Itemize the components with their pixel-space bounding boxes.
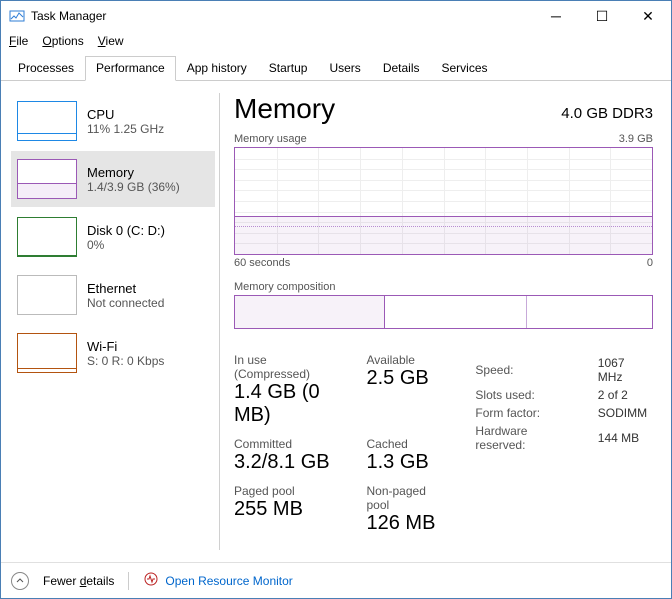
memory-spec: 4.0 GB DDR3 <box>561 105 653 122</box>
spec-label: Form factor: <box>475 405 595 421</box>
window-title: Task Manager <box>31 9 533 23</box>
xaxis-right: 0 <box>647 257 653 269</box>
sidebar: CPU 11% 1.25 GHz Memory 1.4/3.9 GB (36%)… <box>5 93 215 562</box>
sidebar-item-label: Ethernet <box>87 281 164 296</box>
stat-label: Paged pool <box>234 484 344 498</box>
menubar: File Options View <box>1 31 671 51</box>
sidebar-item-label: Disk 0 (C: D:) <box>87 223 165 238</box>
resource-monitor-label: Open Resource Monitor <box>165 574 292 588</box>
main-panel: Memory 4.0 GB DDR3 Memory usage 3.9 GB 6… <box>234 93 659 562</box>
spec-value: 1067 MHz <box>598 355 651 385</box>
page-title: Memory <box>234 93 335 125</box>
stat-value: 3.2/8.1 GB <box>234 451 344 474</box>
open-resource-monitor-link[interactable]: Open Resource Monitor <box>143 571 292 590</box>
tab-performance[interactable]: Performance <box>85 56 176 81</box>
ethernet-spark-icon <box>17 275 77 315</box>
menu-file[interactable]: File <box>9 34 28 48</box>
spec-label: Speed: <box>475 355 595 385</box>
sidebar-item-wifi[interactable]: Wi-Fi S: 0 R: 0 Kbps <box>11 325 215 381</box>
cpu-spark-icon <box>17 101 77 141</box>
stat-value: 126 MB <box>366 512 449 535</box>
footer: Fewer details Open Resource Monitor <box>1 562 671 598</box>
spec-value: 2 of 2 <box>598 387 651 403</box>
vertical-divider <box>219 93 220 550</box>
sidebar-item-sub: 11% 1.25 GHz <box>87 122 164 136</box>
stat-label: Committed <box>234 437 344 451</box>
stat-value: 1.3 GB <box>366 451 449 474</box>
chevron-up-icon[interactable] <box>11 572 29 590</box>
sidebar-item-memory[interactable]: Memory 1.4/3.9 GB (36%) <box>11 151 215 207</box>
sidebar-item-ethernet[interactable]: Ethernet Not connected <box>11 267 215 323</box>
close-button[interactable]: ✕ <box>625 1 671 31</box>
sidebar-item-sub: S: 0 R: 0 Kbps <box>87 354 164 368</box>
composition-label: Memory composition <box>234 281 653 293</box>
spec-value: 144 MB <box>598 423 651 453</box>
tab-users[interactable]: Users <box>318 56 371 81</box>
memory-usage-chart[interactable] <box>234 147 653 255</box>
tab-details[interactable]: Details <box>372 56 431 81</box>
spec-value: SODIMM <box>598 405 651 421</box>
app-icon <box>9 8 25 24</box>
task-manager-window: Task Manager ─ ☐ ✕ File Options View Pro… <box>0 0 672 599</box>
wifi-spark-icon <box>17 333 77 373</box>
sidebar-item-cpu[interactable]: CPU 11% 1.25 GHz <box>11 93 215 149</box>
spec-label: Slots used: <box>475 387 595 403</box>
menu-view[interactable]: View <box>98 34 124 48</box>
sidebar-item-label: Wi-Fi <box>87 339 164 354</box>
minimize-button[interactable]: ─ <box>533 1 579 31</box>
graph-label-left: Memory usage <box>234 133 307 145</box>
sidebar-item-label: CPU <box>87 107 164 122</box>
sidebar-item-disk[interactable]: Disk 0 (C: D:) 0% <box>11 209 215 265</box>
stat-value: 1.4 GB (0 MB) <box>234 381 344 427</box>
stat-label: In use (Compressed) <box>234 353 344 381</box>
spec-label: Hardware reserved: <box>475 423 595 453</box>
sidebar-item-sub: Not connected <box>87 296 164 310</box>
stats: In use (Compressed)1.4 GB (0 MB) Availab… <box>234 353 653 535</box>
tab-services[interactable]: Services <box>431 56 499 81</box>
content: CPU 11% 1.25 GHz Memory 1.4/3.9 GB (36%)… <box>1 81 671 562</box>
tab-startup[interactable]: Startup <box>258 56 319 81</box>
memory-composition-chart[interactable] <box>234 295 653 329</box>
footer-divider <box>128 572 129 590</box>
stat-label: Cached <box>366 437 449 451</box>
graph-label-right: 3.9 GB <box>619 133 653 145</box>
sidebar-item-sub: 0% <box>87 238 165 252</box>
tab-bar: Processes Performance App history Startu… <box>1 51 671 81</box>
fewer-details-button[interactable]: Fewer details <box>43 574 114 588</box>
sidebar-item-sub: 1.4/3.9 GB (36%) <box>87 180 180 194</box>
stat-value: 255 MB <box>234 498 344 521</box>
disk-spark-icon <box>17 217 77 257</box>
resource-monitor-icon <box>143 571 159 590</box>
stat-label: Available <box>366 353 449 367</box>
menu-options[interactable]: Options <box>42 34 83 48</box>
tab-processes[interactable]: Processes <box>7 56 85 81</box>
titlebar[interactable]: Task Manager ─ ☐ ✕ <box>1 1 671 31</box>
maximize-button[interactable]: ☐ <box>579 1 625 31</box>
xaxis-left: 60 seconds <box>234 257 290 269</box>
stat-label: Non-paged pool <box>366 484 449 512</box>
memory-spark-icon <box>17 159 77 199</box>
tab-app-history[interactable]: App history <box>176 56 258 81</box>
stat-value: 2.5 GB <box>366 367 449 390</box>
sidebar-item-label: Memory <box>87 165 180 180</box>
